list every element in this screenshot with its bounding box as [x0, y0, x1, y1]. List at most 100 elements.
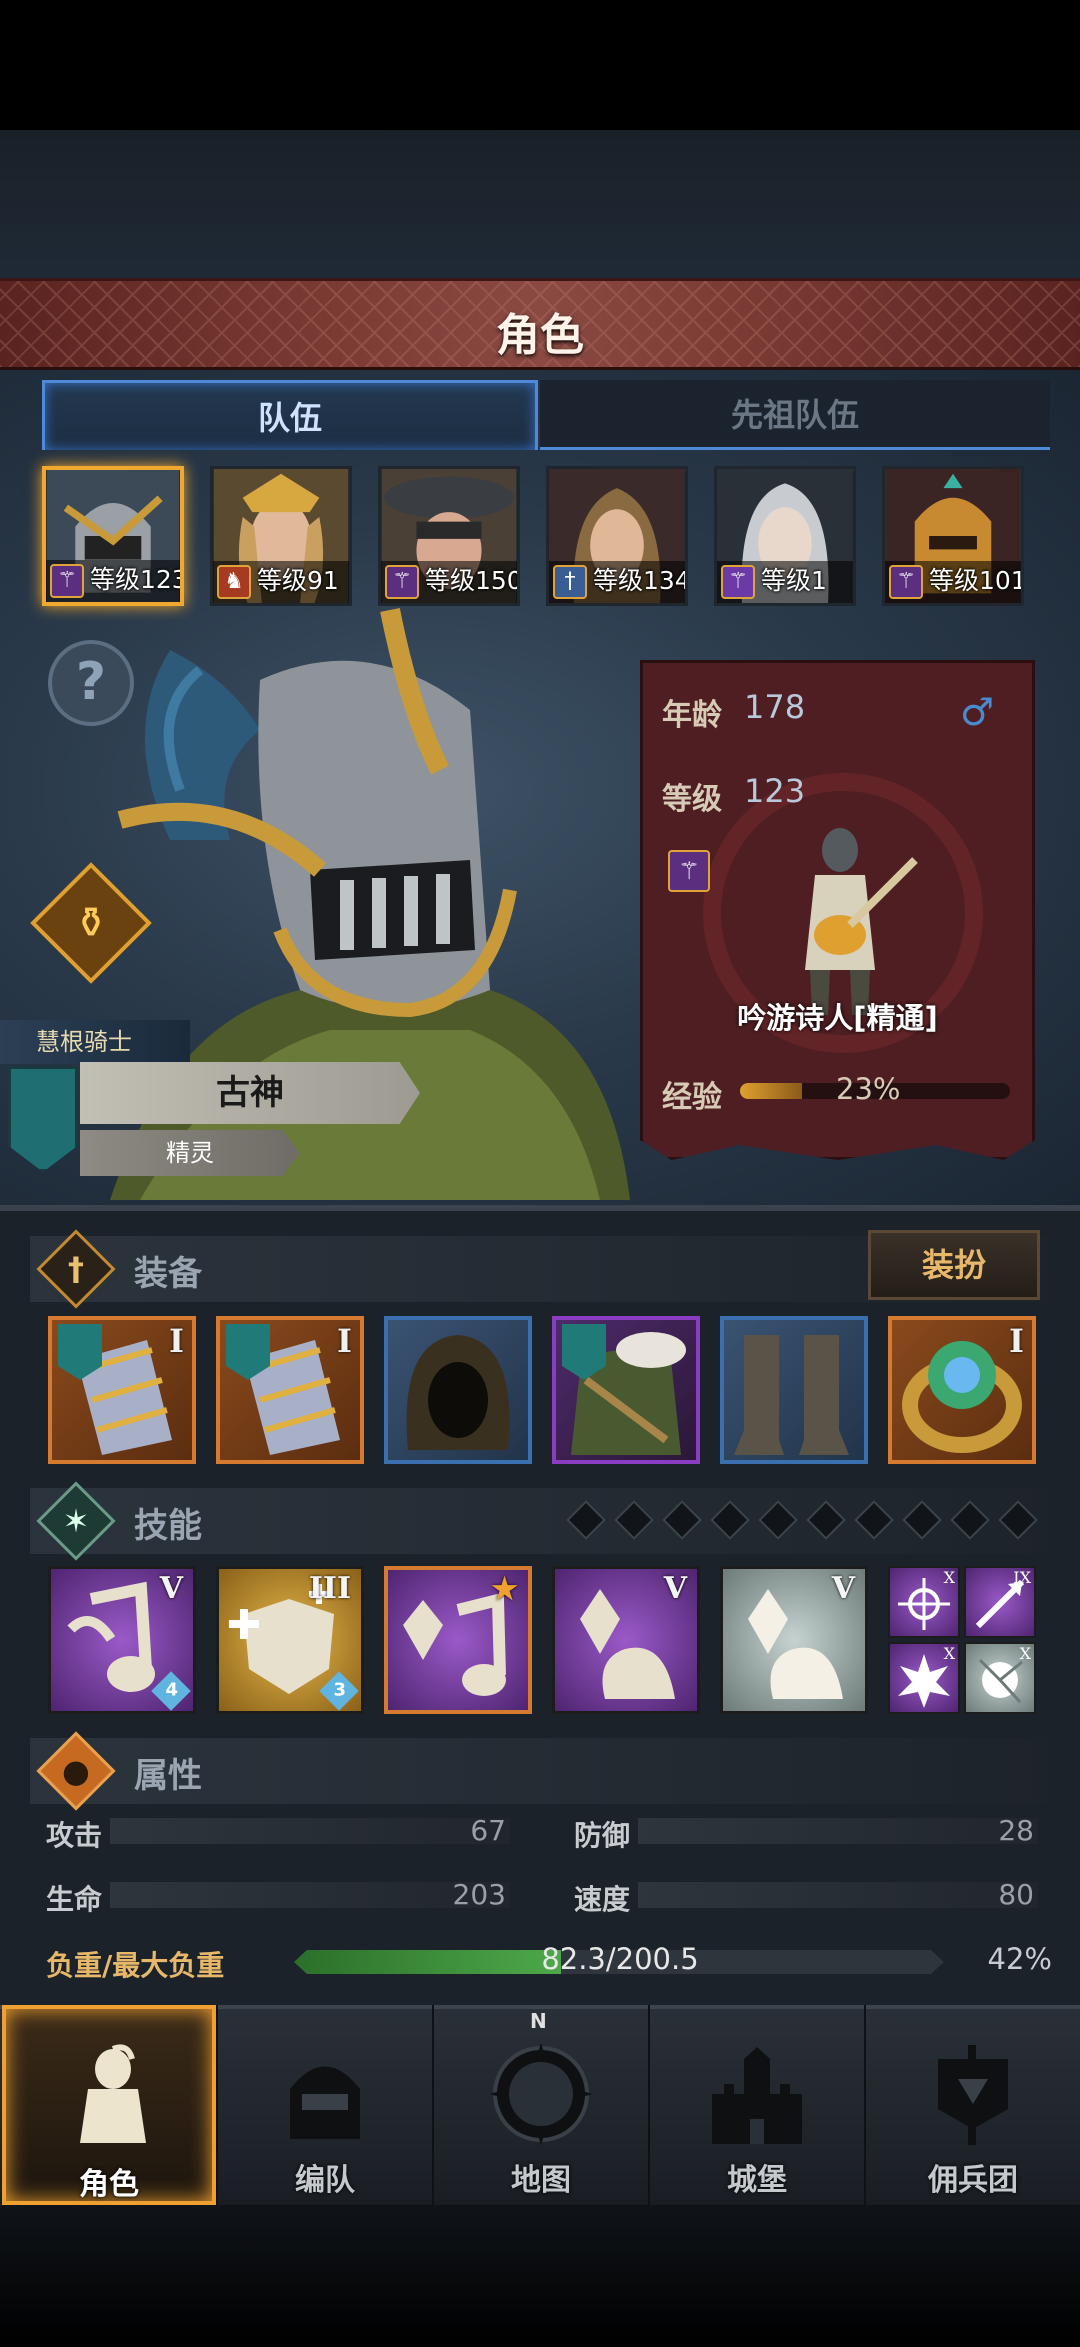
staff-icon: ⚚: [721, 565, 755, 599]
staff-icon: ⚚: [668, 850, 710, 892]
skills-title: 技能: [134, 1506, 202, 1546]
attributes-title: 属性: [134, 1756, 202, 1796]
mini-skill-explosion[interactable]: X: [888, 1642, 960, 1714]
class-name: 慧根骑士: [0, 1020, 190, 1064]
exp-label: 经验: [662, 1080, 722, 1115]
skill-holy-shield[interactable]: III 3: [216, 1566, 364, 1714]
nav-mercenary[interactable]: 佣兵团: [866, 2005, 1080, 2205]
nav-label: 角色: [79, 2167, 139, 2202]
defense-value: 28: [998, 1814, 1034, 1847]
mini-skill-rank: X: [943, 1644, 955, 1663]
tab-party[interactable]: 队伍: [42, 380, 538, 450]
castle-icon: [712, 2047, 802, 2144]
equip-slot-boots[interactable]: [720, 1316, 868, 1464]
skill-crystal-hand-white[interactable]: V: [720, 1566, 868, 1714]
staff-icon: ⚚: [50, 564, 84, 598]
dress-up-button[interactable]: 装扮: [868, 1230, 1040, 1300]
skill-music-note[interactable]: V 4: [48, 1566, 196, 1714]
nav-castle[interactable]: 城堡: [650, 2005, 864, 2205]
attack-value: 67: [470, 1814, 506, 1847]
party-level: 等级1: [761, 566, 827, 595]
nav-label: 编队: [295, 2163, 355, 2198]
mini-skill-target[interactable]: X: [888, 1566, 960, 1638]
skill-slot-diamond: [614, 1500, 654, 1540]
skill-rank: V: [159, 1571, 183, 1606]
nav-formation[interactable]: 编队: [218, 2005, 432, 2205]
hp-label: 生命: [46, 1883, 103, 1916]
skill-slot-diamond: [998, 1500, 1038, 1540]
party-member-2[interactable]: ♞ 等级91: [210, 466, 352, 606]
question-icon: ?: [75, 652, 107, 712]
staff-icon: ⚚: [889, 565, 923, 599]
mini-skill-rank: X: [1019, 1644, 1031, 1663]
page-title: 角色: [496, 310, 584, 361]
skill-slot-indicators: [566, 1500, 1046, 1542]
age-value: 178: [744, 688, 806, 726]
load-label: 负重/最大负重: [46, 1949, 225, 1982]
knight-icon: [80, 2044, 146, 2143]
banner-icon: [938, 2045, 1008, 2145]
skill-slot-diamond: [854, 1500, 894, 1540]
equip-slot-armor[interactable]: [552, 1316, 700, 1464]
mini-skill-rank: X: [943, 1568, 955, 1587]
equipment-title: 装备: [134, 1254, 202, 1294]
attack-label: 攻击: [46, 1819, 103, 1852]
equip-slot-bracer-1[interactable]: I: [48, 1316, 196, 1464]
level-label: 等级: [662, 782, 722, 817]
level-value: 123: [744, 772, 806, 810]
skill-slot-diamond: [806, 1500, 846, 1540]
equip-rank: I: [337, 1322, 352, 1360]
exp-percent: 23%: [836, 1072, 901, 1106]
skill-slot-diamond: [710, 1500, 750, 1540]
mini-skill-shatter[interactable]: X: [964, 1642, 1036, 1714]
nav-character[interactable]: 角色: [2, 2005, 216, 2205]
equip-rank: I: [169, 1322, 184, 1360]
equip-slot-bracer-2[interactable]: I: [216, 1316, 364, 1464]
equip-rank: I: [1009, 1322, 1024, 1360]
boots-icon: [734, 1335, 849, 1455]
speed-value: 80: [998, 1878, 1034, 1911]
skill-star-rank: ★: [491, 1572, 518, 1607]
party-member-5[interactable]: ⚚ 等级1: [714, 466, 856, 606]
equip-slot-hood[interactable]: [384, 1316, 532, 1464]
party-member-1[interactable]: ⚚ 等级123: [42, 466, 184, 606]
exp-bar-fill: [740, 1083, 803, 1099]
skill-slot-diamond: [566, 1500, 606, 1540]
hood-icon: [406, 1335, 510, 1450]
party-member-6[interactable]: ⚚ 等级101: [882, 466, 1024, 606]
nav-label: 城堡: [727, 2163, 787, 2198]
nav-label: 佣兵团: [928, 2163, 1018, 2198]
mini-skill-arrow[interactable]: IX: [964, 1566, 1036, 1638]
profession-title: 吟游诗人[精通]: [737, 1001, 938, 1035]
skill-slot-diamond: [950, 1500, 990, 1540]
character-race: 精灵: [80, 1130, 300, 1176]
load-percent: 42%: [987, 1942, 1052, 1976]
bottom-bar-area: [0, 2205, 1080, 2347]
nav-map[interactable]: N 地图: [434, 2005, 648, 2205]
nav-label: 地图: [511, 2163, 571, 2198]
age-label: 年龄: [662, 698, 722, 733]
load-value: 82.3/200.5: [541, 1942, 699, 1976]
male-icon: ♂: [960, 690, 995, 734]
helmet-icon: [290, 2066, 360, 2139]
tab-ancestor-party[interactable]: 先祖队伍: [540, 380, 1050, 450]
skill-slot-diamond: [902, 1500, 942, 1540]
compass-north-letter: N: [530, 2009, 547, 2033]
equip-slot-ring[interactable]: I: [888, 1316, 1036, 1464]
skill-crystal-hand[interactable]: V: [552, 1566, 700, 1714]
skill-crystal-note[interactable]: ★: [384, 1566, 532, 1714]
compass-map-icon: [490, 2043, 592, 2145]
defense-label: 防御: [574, 1819, 631, 1852]
speed-label: 速度: [574, 1883, 631, 1916]
skill-rank: III: [308, 1571, 351, 1606]
hp-value: 203: [452, 1878, 506, 1911]
header-spacer: [0, 130, 1080, 280]
skill-rank: V: [663, 1571, 687, 1606]
skill-rank: V: [831, 1571, 855, 1606]
party-member-3[interactable]: ⚚ 等级150: [378, 466, 520, 606]
title-banner: 角色: [0, 278, 1080, 370]
party-member-4[interactable]: † 等级134: [546, 466, 688, 606]
bard-figure: [805, 828, 918, 1015]
status-bar-area: [0, 0, 1080, 130]
character-name[interactable]: 古神: [80, 1062, 420, 1124]
